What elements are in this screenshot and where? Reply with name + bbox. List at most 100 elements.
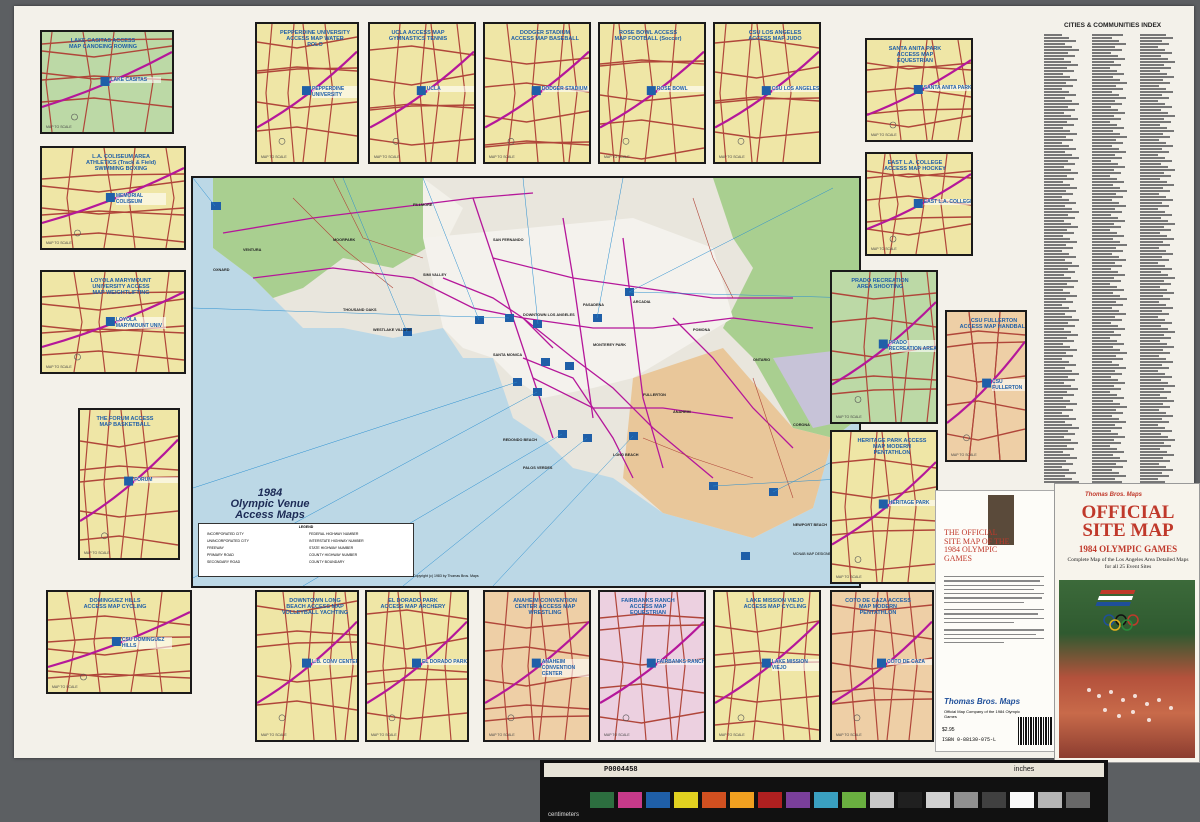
index-entry-line <box>1092 400 1113 402</box>
legend-item: FEDERAL HIGHWAY NUMBER <box>309 532 359 536</box>
place-label: MONTEREY PARK <box>593 343 626 347</box>
olympic-logo-svg <box>1087 590 1173 722</box>
index-entry-line <box>1140 445 1171 447</box>
place-label: FULLERTON <box>643 393 666 397</box>
panel-title: HERITAGE PARK ACCESS MAP MODERN PENTATHL… <box>857 438 927 456</box>
venue-label: EL DORADO PARK <box>422 658 467 665</box>
index-entry-line <box>1044 328 1064 330</box>
index-entry-line <box>1092 175 1110 177</box>
index-entry-line <box>1044 475 1065 477</box>
index-entry-line <box>1092 226 1121 228</box>
index-entry-line <box>1092 367 1126 369</box>
index-entry-line <box>1092 142 1123 144</box>
index-entry-line <box>1092 454 1113 456</box>
index-entry-line <box>1092 193 1116 195</box>
index-entry-line <box>1044 448 1074 450</box>
index-entry-line <box>1092 427 1122 429</box>
venue-label: UCLA <box>426 86 474 93</box>
index-entry-line <box>1140 220 1168 222</box>
access-map-santa-anita: SANTA ANITA PARK ACCESS MAP EQUESTRIAN SA… <box>865 38 973 142</box>
index-entry-line <box>1140 250 1166 252</box>
index-entry-line <box>1140 43 1169 45</box>
panel-title: COTO DE CAZA ACCESS MAP MODERN PENTATHLO… <box>845 598 911 616</box>
index-entry-line <box>1092 100 1115 102</box>
index-entry-line <box>1092 169 1114 171</box>
index-entry-line <box>1140 247 1159 249</box>
index-entry-line <box>1044 211 1079 213</box>
index-entry-line <box>1092 388 1121 390</box>
index-entry-line <box>1092 85 1116 87</box>
index-entry-line <box>1044 346 1070 348</box>
index-entry-line <box>1092 106 1111 108</box>
index-entry-line <box>1092 361 1112 363</box>
index-entry-line <box>1044 277 1071 279</box>
index-entry-line <box>1140 418 1162 420</box>
main-region-map: 1984 Olympic Venue Access Maps LEGEND IN… <box>191 176 861 588</box>
index-entry-line <box>1044 160 1068 162</box>
venue-label: HERITAGE PARK <box>888 499 936 506</box>
index-entry-line <box>1140 61 1175 63</box>
access-map-el-dorado: EL DORADO PARK ACCESS MAP ARCHERY EL DORA… <box>365 590 469 742</box>
index-entry-line <box>1044 259 1065 261</box>
index-entry-line <box>1044 325 1075 327</box>
index-entry-line <box>1044 103 1079 105</box>
index-entry-line <box>1140 454 1174 456</box>
index-entry-line <box>1140 457 1163 459</box>
index-entry-line <box>1044 244 1066 246</box>
index-entry-line <box>1140 124 1160 126</box>
index-entry-line <box>1044 319 1079 321</box>
index-entry-line <box>1044 127 1063 129</box>
index-entry-line <box>1140 367 1169 369</box>
index-entry-line <box>1140 211 1165 213</box>
index-entry-line <box>1092 271 1118 273</box>
index-entry-line <box>1044 106 1068 108</box>
index-entry-line <box>1140 334 1164 336</box>
ruler-unit-inches: inches <box>1014 766 1035 773</box>
index-entry-line <box>1140 193 1159 195</box>
index-entry-line <box>1044 358 1062 360</box>
place-label: NEWPORT BEACH <box>793 523 827 527</box>
index-entry-line <box>1044 454 1070 456</box>
index-entry-line <box>1140 355 1159 357</box>
index-entry-line <box>1140 196 1166 198</box>
index-entry-line <box>1140 424 1158 426</box>
index-entry-line <box>1140 349 1163 351</box>
index-entry-line <box>1044 142 1062 144</box>
index-entry-line <box>1140 310 1162 312</box>
index-entry-line <box>1044 196 1062 198</box>
index-entry-line <box>1044 409 1073 411</box>
index-entry-line <box>1092 103 1122 105</box>
index-entry-line <box>1140 244 1170 246</box>
panel-scale-note: MAP TO SCALE <box>46 125 72 129</box>
index-entry-line <box>1140 412 1166 414</box>
panel-scale-note: MAP TO SCALE <box>604 733 630 737</box>
index-entry-line <box>1044 52 1068 54</box>
index-entry-line <box>1044 370 1072 372</box>
index-entry-line <box>1092 277 1114 279</box>
index-entry-line <box>1140 52 1172 54</box>
index-entry-line <box>1092 421 1126 423</box>
place-label: CORONA <box>793 423 810 427</box>
index-entry-line <box>1044 76 1070 78</box>
index-entry-line <box>1140 37 1173 39</box>
index-entry-line <box>1140 328 1168 330</box>
index-entry-line <box>1092 121 1110 123</box>
index-entry-line <box>1044 313 1065 315</box>
access-map-prado: PRADO RECREATION AREA SHOOTING PRADO RECR… <box>830 270 938 424</box>
calibration-swatch <box>646 792 670 808</box>
panel-title: L.A. COLISEUM AREA ATHLETICS (Track & Fi… <box>86 154 156 172</box>
index-entry-line <box>1140 289 1167 291</box>
index-entry-line <box>1044 472 1076 474</box>
index-entry-line <box>1140 388 1164 390</box>
index-entry-line <box>1044 439 1071 441</box>
index-entry-line <box>1092 256 1119 258</box>
panel-scale-note: MAP TO SCALE <box>84 551 110 555</box>
index-entry-line <box>1140 346 1174 348</box>
index-entry-line <box>1044 403 1077 405</box>
index-entry-line <box>1044 199 1069 201</box>
index-entry-line <box>1140 472 1162 474</box>
venue-label: PRADO RECREATION AREA <box>888 339 937 352</box>
index-entry-line <box>1044 115 1071 117</box>
index-entry-line <box>1092 319 1122 321</box>
index-entry-line <box>1044 58 1064 60</box>
